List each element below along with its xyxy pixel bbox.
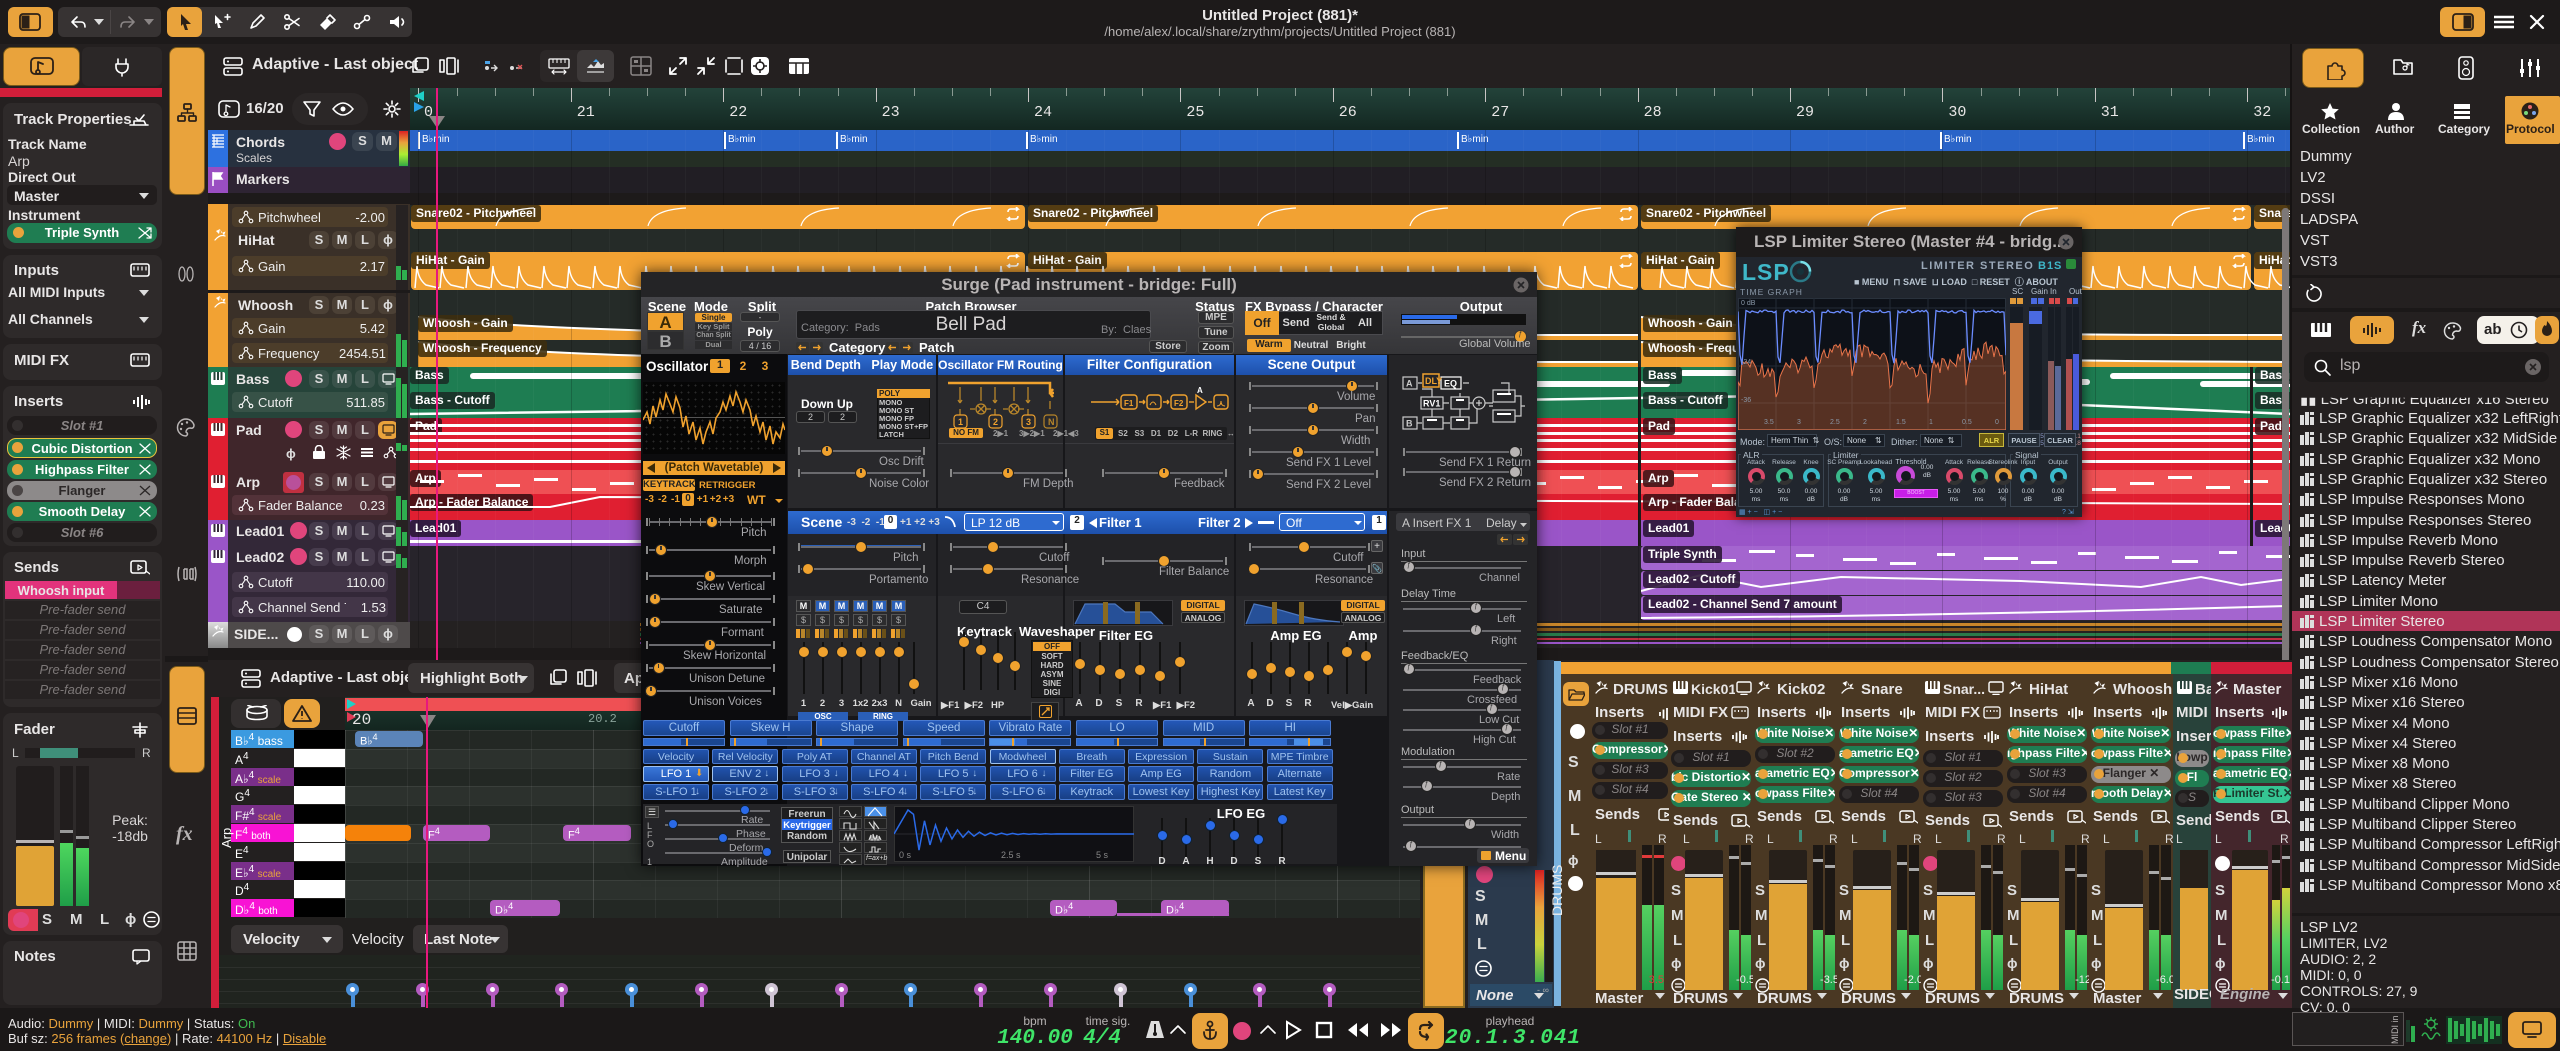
svg-text:2: 2: [993, 417, 998, 427]
svg-text:EQ: EQ: [1444, 379, 1457, 389]
svg-text:RV1: RV1: [1423, 399, 1440, 409]
svg-text:F1: F1: [1124, 399, 1134, 408]
svg-text:A: A: [1197, 387, 1203, 395]
svg-text:1: 1: [958, 417, 963, 427]
svg-text:3: 3: [1026, 417, 1031, 427]
svg-text:A: A: [1406, 379, 1413, 389]
svg-text:B: B: [1406, 419, 1413, 429]
svg-text:DLY: DLY: [1425, 376, 1442, 386]
svg-text:F2: F2: [1174, 399, 1184, 408]
svg-text:N: N: [1048, 417, 1055, 427]
